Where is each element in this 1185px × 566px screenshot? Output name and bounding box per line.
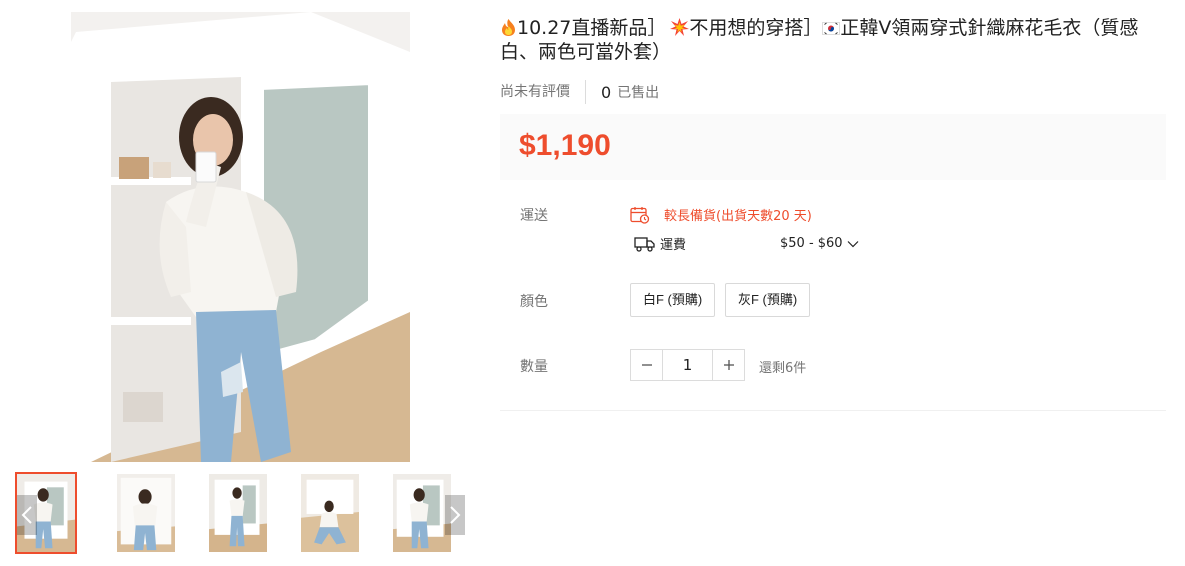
thumbnail-prev-button[interactable] (17, 495, 37, 535)
thumbnail-5[interactable] (391, 472, 453, 554)
thumbnail-2[interactable] (115, 472, 177, 554)
truck-icon (634, 236, 655, 252)
sold-label: 已售出 (617, 85, 660, 101)
quantity-stepper: 1 (630, 349, 745, 381)
fire-emoji-icon (502, 19, 515, 36)
thumbnail-image (393, 474, 451, 552)
price-section: $1,190 (500, 114, 1166, 180)
chevron-left-icon (21, 506, 32, 524)
main-product-image[interactable] (71, 12, 410, 462)
shipping-lead-time-text: 較長備貨(出貨天數20 天) (664, 209, 812, 224)
calendar-clock-icon (630, 206, 650, 224)
shipping-fee-label: 運費 (660, 238, 687, 253)
shipping-fee-range: $50 - $60 (780, 236, 843, 251)
boom-emoji-icon (670, 18, 690, 36)
color-option-gray[interactable]: 灰F (預購) (725, 283, 811, 317)
minus-icon (641, 364, 652, 366)
chevron-down-icon[interactable] (847, 240, 859, 248)
shipping-label: 運送 (520, 208, 548, 224)
thumbnail-4[interactable] (299, 472, 361, 554)
thumbnail-image (301, 474, 359, 552)
color-option-white[interactable]: 白F (預購) (630, 283, 716, 317)
thumbnail-strip (15, 472, 467, 554)
plus-icon (723, 360, 734, 370)
thumbnail-next-button[interactable] (445, 495, 465, 535)
sold-count: 0 (601, 82, 612, 102)
thumbnail-image (209, 474, 267, 552)
color-label: 顏色 (520, 294, 548, 310)
section-divider (500, 410, 1166, 411)
thumbnail-3[interactable] (207, 472, 269, 554)
product-stats: 尚未有評價 0 已售出 (500, 80, 659, 104)
shipping-fee[interactable]: 運費 $50 - $60 (634, 234, 859, 253)
stock-remaining: 還剩6件 (759, 361, 807, 376)
product-price: $1,190 (519, 129, 611, 162)
korea-flag-emoji-icon (822, 22, 841, 35)
quantity-increase-button[interactable] (713, 350, 744, 380)
main-product-photo (71, 12, 410, 462)
chevron-right-icon (450, 506, 461, 524)
thumbnail-image (117, 474, 175, 552)
shipping-lead-time: 較長備貨(出貨天數20 天) (630, 205, 812, 224)
title-part-1: 10.27直播新品］ (517, 17, 667, 39)
quantity-input[interactable]: 1 (662, 350, 713, 380)
review-status[interactable]: 尚未有評價 (500, 80, 586, 104)
quantity-label: 數量 (520, 359, 548, 375)
product-title: 10.27直播新品］ 不用想的穿搭］ 正韓V領兩穿式針織麻花毛衣（質感白、兩色可… (500, 16, 1170, 64)
title-part-2: 不用想的穿搭］ (689, 17, 823, 39)
quantity-decrease-button[interactable] (631, 350, 662, 380)
